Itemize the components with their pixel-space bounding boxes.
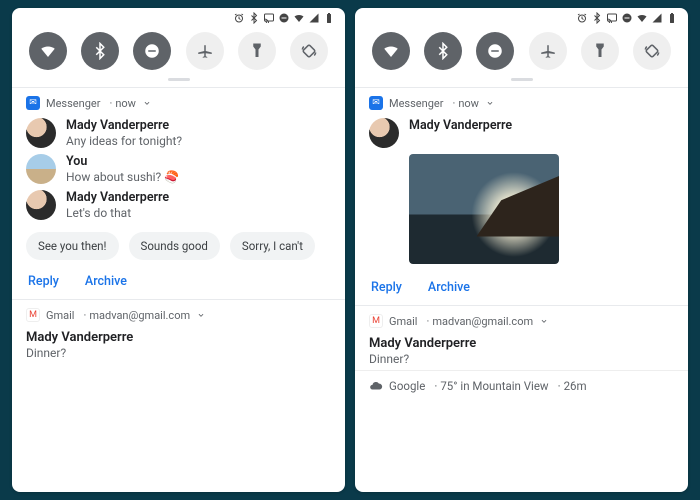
status-bar xyxy=(12,8,345,26)
dnd-icon xyxy=(278,12,290,24)
shade-handle[interactable] xyxy=(168,78,190,81)
dnd-icon xyxy=(621,12,633,24)
time-label: now xyxy=(106,97,136,110)
shade-handle[interactable] xyxy=(511,78,533,81)
message-item: Mady Vanderperre Any ideas for tonight? xyxy=(26,118,331,148)
account-label: madvan@gmail.com xyxy=(423,315,533,328)
sender-name: Mady Vanderperre xyxy=(409,118,512,133)
notification-header[interactable]: M Gmail madvan@gmail.com xyxy=(369,314,674,328)
notification-header[interactable]: ✉ Messenger now xyxy=(369,96,674,110)
wifi-icon xyxy=(636,12,648,24)
account-label: madvan@gmail.com xyxy=(80,309,190,322)
qs-rotate[interactable] xyxy=(290,32,328,70)
message-body: How about sushi? 🍣 xyxy=(66,170,179,184)
qs-rotate[interactable] xyxy=(633,32,671,70)
sender-name: Mady Vanderperre xyxy=(66,190,169,205)
phone-left: ✉ Messenger now Mady Vanderperre Any ide… xyxy=(12,8,345,492)
chevron-down-icon[interactable] xyxy=(485,98,495,108)
chevron-down-icon[interactable] xyxy=(142,98,152,108)
battery-icon xyxy=(323,12,335,24)
bluetooth-icon xyxy=(591,12,603,24)
app-name: Gmail xyxy=(46,309,74,322)
quick-settings-row xyxy=(12,26,345,78)
reply-button[interactable]: Reply xyxy=(371,280,402,295)
alarm-icon xyxy=(576,12,588,24)
qs-airplane[interactable] xyxy=(186,32,224,70)
archive-button[interactable]: Archive xyxy=(85,274,127,289)
time-label: now xyxy=(449,97,479,110)
wifi-icon xyxy=(293,12,305,24)
notification-actions: Reply Archive xyxy=(369,272,674,301)
email-sender: Mady Vanderperre xyxy=(26,330,331,345)
weather-notification[interactable]: Google 75° in Mountain View 26m xyxy=(355,370,688,401)
smart-reply-row: See you then! Sounds good Sorry, I can't xyxy=(26,232,331,260)
message-item: You How about sushi? 🍣 xyxy=(26,154,331,184)
notification-header[interactable]: M Gmail madvan@gmail.com xyxy=(26,308,331,322)
qs-dnd[interactable] xyxy=(476,32,514,70)
email-subject: Dinner? xyxy=(26,346,331,360)
messenger-app-icon: ✉ xyxy=(26,96,40,110)
cloud-icon xyxy=(369,379,383,393)
sender-name: Mady Vanderperre xyxy=(66,118,182,133)
avatar xyxy=(26,118,56,148)
bluetooth-icon xyxy=(248,12,260,24)
weather-age: 26m xyxy=(555,379,587,393)
signal-icon xyxy=(651,12,663,24)
message-item: Mady Vanderperre xyxy=(369,118,674,148)
message-body: Any ideas for tonight? xyxy=(66,134,182,148)
email-subject: Dinner? xyxy=(369,352,674,366)
message-image-attachment[interactable] xyxy=(409,154,559,264)
qs-dnd[interactable] xyxy=(133,32,171,70)
smart-reply-chip[interactable]: Sounds good xyxy=(129,232,220,260)
sender-name: You xyxy=(66,154,179,169)
email-sender: Mady Vanderperre xyxy=(369,336,674,351)
app-name: Messenger xyxy=(389,97,443,110)
chevron-down-icon[interactable] xyxy=(196,310,206,320)
gmail-notification[interactable]: M Gmail madvan@gmail.com Mady Vanderperr… xyxy=(355,305,688,370)
reply-button[interactable]: Reply xyxy=(28,274,59,289)
qs-wifi[interactable] xyxy=(29,32,67,70)
avatar xyxy=(369,118,399,148)
messenger-notification[interactable]: ✉ Messenger now Mady Vanderperre Any ide… xyxy=(12,87,345,299)
notification-header[interactable]: ✉ Messenger now xyxy=(26,96,331,110)
avatar xyxy=(26,190,56,220)
qs-bluetooth[interactable] xyxy=(81,32,119,70)
quick-settings-row xyxy=(355,26,688,78)
smart-reply-chip[interactable]: See you then! xyxy=(26,232,119,260)
gmail-notification[interactable]: M Gmail madvan@gmail.com Mady Vanderperr… xyxy=(12,299,345,364)
qs-bluetooth[interactable] xyxy=(424,32,462,70)
alarm-icon xyxy=(233,12,245,24)
qs-wifi[interactable] xyxy=(372,32,410,70)
qs-flashlight[interactable] xyxy=(238,32,276,70)
weather-summary: 75° in Mountain View xyxy=(431,379,548,393)
gmail-app-icon: M xyxy=(369,314,383,328)
message-item: Mady Vanderperre Let's do that xyxy=(26,190,331,220)
status-bar xyxy=(355,8,688,26)
weather-provider: Google xyxy=(389,379,425,393)
app-name: Messenger xyxy=(46,97,100,110)
qs-airplane[interactable] xyxy=(529,32,567,70)
cast-icon xyxy=(606,12,618,24)
notification-actions: Reply Archive xyxy=(26,266,331,295)
cast-icon xyxy=(263,12,275,24)
messenger-app-icon: ✉ xyxy=(369,96,383,110)
gmail-app-icon: M xyxy=(26,308,40,322)
messenger-notification[interactable]: ✉ Messenger now Mady Vanderperre Reply A… xyxy=(355,87,688,305)
phone-right: ✉ Messenger now Mady Vanderperre Reply A… xyxy=(355,8,688,492)
smart-reply-chip[interactable]: Sorry, I can't xyxy=(230,232,315,260)
avatar xyxy=(26,154,56,184)
message-body: Let's do that xyxy=(66,206,169,220)
qs-flashlight[interactable] xyxy=(581,32,619,70)
battery-icon xyxy=(666,12,678,24)
chevron-down-icon[interactable] xyxy=(539,316,549,326)
signal-icon xyxy=(308,12,320,24)
app-name: Gmail xyxy=(389,315,417,328)
archive-button[interactable]: Archive xyxy=(428,280,470,295)
